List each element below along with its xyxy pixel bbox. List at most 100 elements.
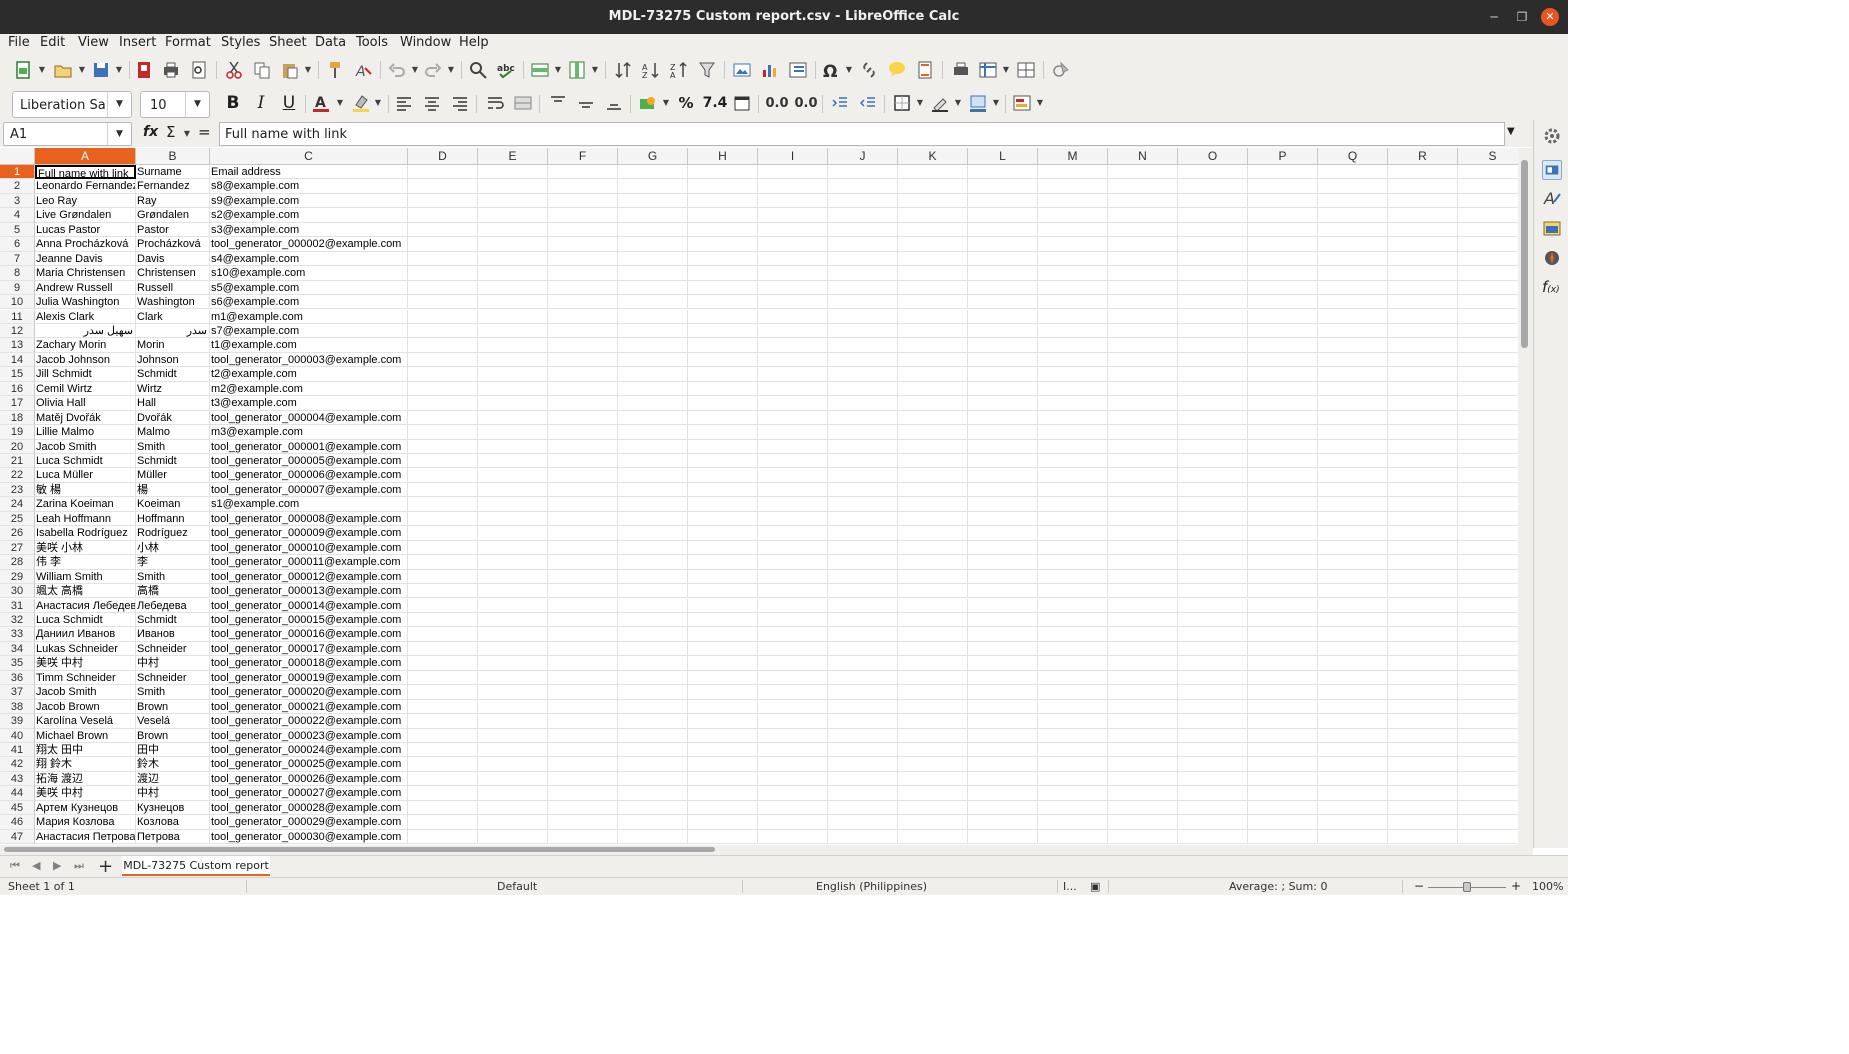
table-cell[interactable] <box>618 454 688 469</box>
table-cell[interactable] <box>828 295 898 310</box>
table-cell[interactable] <box>1458 194 1518 209</box>
table-cell[interactable] <box>478 815 548 830</box>
chevron-down-icon[interactable]: ▼ <box>991 98 1001 108</box>
table-cell[interactable] <box>618 367 688 382</box>
table-cell[interactable] <box>968 497 1038 512</box>
table-cell[interactable] <box>898 410 968 426</box>
clear-formatting-icon[interactable]: A <box>352 59 374 81</box>
table-cell[interactable] <box>1318 237 1388 252</box>
table-cell[interactable] <box>1038 612 1108 628</box>
table-cell[interactable] <box>898 511 968 527</box>
table-cell[interactable] <box>618 714 688 729</box>
table-cell[interactable] <box>1318 165 1388 180</box>
row-header[interactable]: 22 <box>0 468 35 483</box>
table-cell[interactable]: tool_generator_000008@example.com <box>210 511 408 527</box>
row-header[interactable]: 43 <box>0 771 35 787</box>
chevron-down-icon[interactable]: ▼ <box>185 92 209 117</box>
row-header[interactable]: 1 <box>0 165 35 180</box>
table-cell[interactable] <box>688 323 758 339</box>
table-cell[interactable] <box>1108 598 1178 613</box>
chevron-down-icon[interactable]: ▼ <box>114 65 124 75</box>
table-cell[interactable] <box>758 338 828 353</box>
table-cell[interactable] <box>1178 222 1248 238</box>
table-cell[interactable] <box>548 266 618 281</box>
table-cell[interactable] <box>1248 482 1318 498</box>
table-cell[interactable] <box>1318 598 1388 613</box>
comment-icon[interactable] <box>886 59 908 81</box>
table-cell[interactable] <box>1248 295 1318 310</box>
show-draw-functions-icon[interactable] <box>1050 59 1072 81</box>
row-header[interactable]: 23 <box>0 482 35 498</box>
table-cell[interactable] <box>898 396 968 411</box>
table-cell[interactable] <box>758 381 828 397</box>
table-cell[interactable] <box>548 656 618 671</box>
table-cell[interactable]: Артем Кузнецов <box>35 800 136 816</box>
hyperlink-icon[interactable] <box>858 59 880 81</box>
menu-styles[interactable]: Styles <box>221 35 260 50</box>
chevron-down-icon[interactable]: ▼ <box>1001 65 1011 75</box>
table-cell[interactable] <box>1038 829 1108 845</box>
table-cell[interactable] <box>1388 381 1458 397</box>
table-cell[interactable] <box>1248 815 1318 830</box>
table-cell[interactable] <box>618 338 688 353</box>
column-header-n[interactable]: N <box>1108 148 1178 165</box>
table-cell[interactable] <box>828 800 898 816</box>
table-cell[interactable] <box>758 699 828 715</box>
restore-icon[interactable]: ❐ <box>1513 8 1531 26</box>
horizontal-scrollbar[interactable] <box>0 845 1533 855</box>
row-header[interactable]: 8 <box>0 266 35 281</box>
table-cell[interactable]: Анастасия Петрова <box>35 829 136 845</box>
table-cell[interactable] <box>1178 193 1248 209</box>
table-cell[interactable]: Fernandez <box>136 179 210 194</box>
row-header[interactable]: 42 <box>0 757 35 772</box>
table-cell[interactable] <box>1178 685 1248 700</box>
table-cell[interactable] <box>898 295 968 310</box>
table-cell[interactable] <box>1388 468 1458 483</box>
table-cell[interactable] <box>688 786 758 801</box>
table-cell[interactable] <box>758 165 828 180</box>
table-cell[interactable]: Jacob Smith <box>35 439 136 454</box>
table-cell[interactable] <box>1458 367 1518 382</box>
table-cell[interactable] <box>408 338 478 353</box>
table-cell[interactable] <box>618 381 688 397</box>
table-cell[interactable] <box>1458 252 1518 267</box>
table-cell[interactable] <box>688 497 758 512</box>
table-cell[interactable] <box>618 526 688 541</box>
column-header-a[interactable]: A <box>35 148 136 165</box>
table-cell[interactable] <box>1248 266 1318 281</box>
previous-sheet-icon[interactable]: ◀ <box>32 859 40 872</box>
highlighting-color-icon[interactable] <box>350 92 372 114</box>
table-cell[interactable] <box>1038 482 1108 498</box>
table-cell[interactable] <box>478 454 548 469</box>
table-cell[interactable] <box>968 714 1038 729</box>
table-cell[interactable] <box>968 815 1038 830</box>
table-cell[interactable] <box>1248 222 1318 238</box>
table-cell[interactable] <box>408 482 478 498</box>
table-cell[interactable] <box>478 237 548 252</box>
table-cell[interactable] <box>1038 309 1108 324</box>
table-cell[interactable] <box>758 800 828 816</box>
table-cell[interactable] <box>968 829 1038 845</box>
table-cell[interactable]: Jacob Smith <box>35 685 136 700</box>
column-header-q[interactable]: Q <box>1318 148 1388 165</box>
table-cell[interactable] <box>1038 627 1108 642</box>
table-cell[interactable] <box>1388 656 1458 671</box>
table-cell[interactable]: Timm Schneider <box>35 670 136 686</box>
table-cell[interactable] <box>548 728 618 743</box>
table-cell[interactable] <box>1038 425 1108 440</box>
table-cell[interactable] <box>758 179 828 194</box>
table-cell[interactable] <box>688 237 758 252</box>
table-cell[interactable] <box>898 743 968 758</box>
table-cell[interactable] <box>618 555 688 570</box>
table-cell[interactable] <box>1178 627 1248 642</box>
table-cell[interactable] <box>1458 483 1518 498</box>
table-cell[interactable]: tool_generator_000016@example.com <box>210 627 408 642</box>
table-cell[interactable] <box>618 612 688 628</box>
table-cell[interactable] <box>1108 815 1178 830</box>
row-header[interactable]: 9 <box>0 280 35 296</box>
table-cell[interactable] <box>758 425 828 440</box>
table-cell[interactable] <box>828 367 898 382</box>
table-cell[interactable] <box>1318 771 1388 787</box>
table-cell[interactable] <box>688 685 758 700</box>
table-cell[interactable] <box>478 656 548 671</box>
